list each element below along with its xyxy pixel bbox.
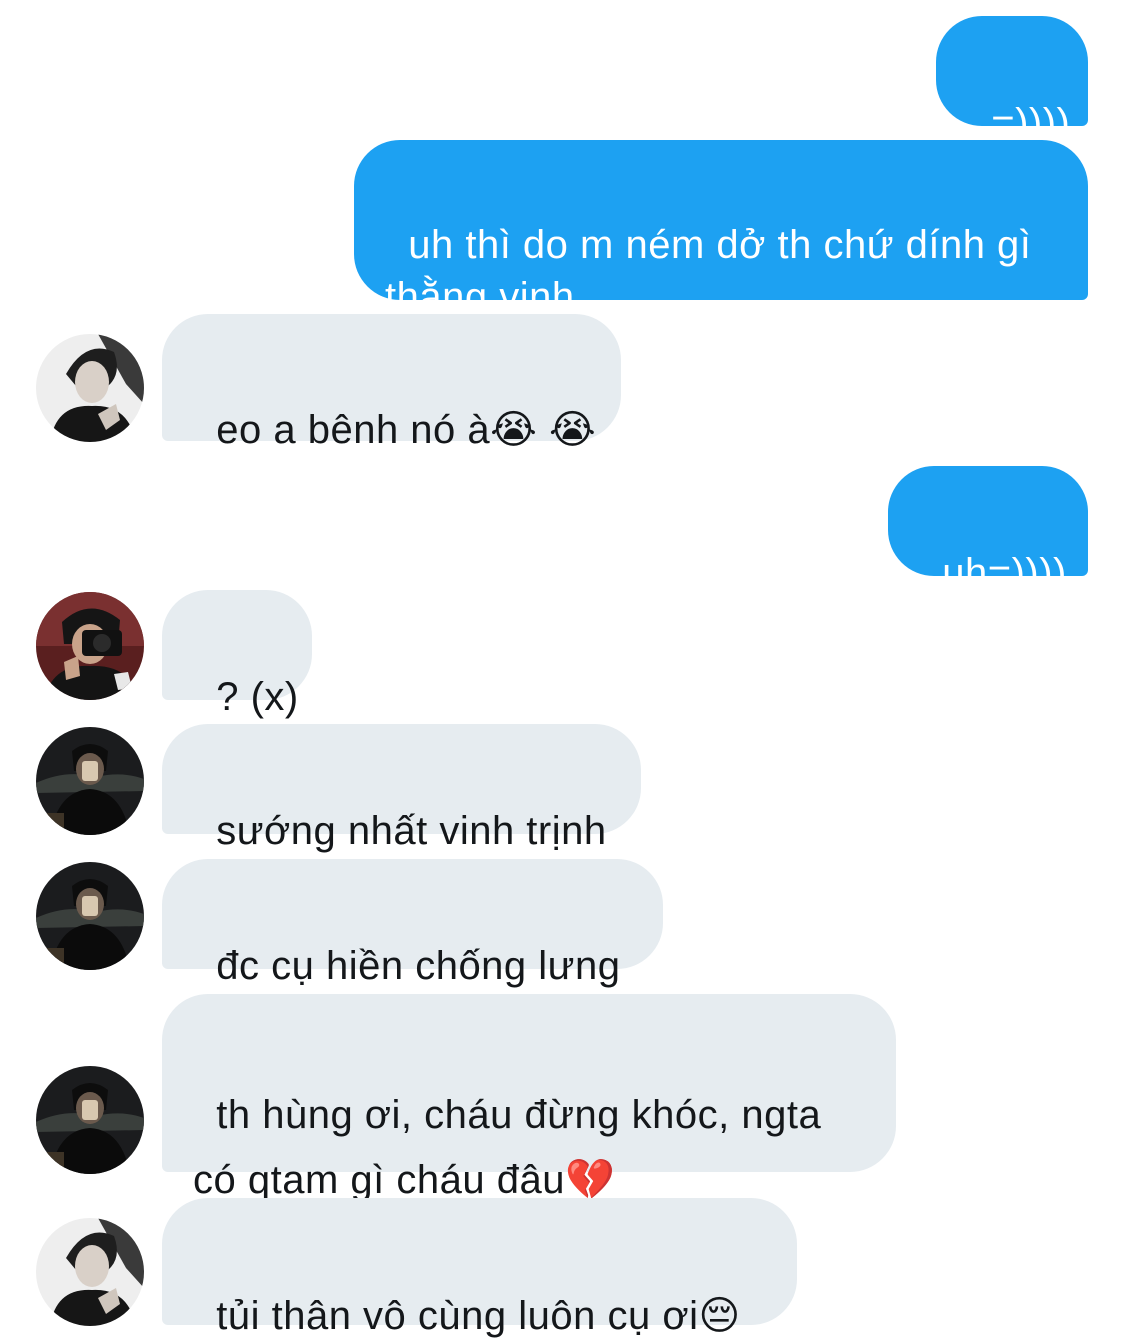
avatar-light-portrait[interactable] [36, 334, 144, 442]
incoming-message-bubble[interactable]: ? (x) [162, 590, 312, 719]
avatar-light-portrait[interactable] [36, 1218, 144, 1326]
incoming-message-bubble[interactable]: tủi thân vô cùng luôn cụ ơi😔 [162, 1198, 797, 1338]
incoming-message-bubble[interactable]: eo a bênh nó à😭 😭 [162, 314, 621, 452]
message-text: uh thì do m ném dở th chứ dính gì thằng … [385, 223, 1032, 319]
avatar-dark-mirror[interactable] [36, 862, 144, 970]
avatar-dark-mirror[interactable] [36, 727, 144, 835]
avatar-camera-selfie[interactable] [36, 592, 144, 700]
message-text: sướng nhất vinh trịnh [216, 809, 607, 853]
message-text: đc cụ hiền chống lưng [216, 944, 621, 988]
outgoing-message-bubble[interactable]: uh thì do m ném dở th chứ dính gì thằng … [354, 140, 1088, 319]
message-text: =)))) [991, 101, 1071, 145]
message-text: tủi thân vô cùng luôn cụ ơi😔 [216, 1294, 741, 1338]
incoming-message-bubble[interactable]: sướng nhất vinh trịnh [162, 724, 641, 853]
avatar-dark-mirror[interactable] [36, 1066, 144, 1174]
incoming-message-bubble[interactable]: đc cụ hiền chống lưng [162, 859, 663, 988]
message-text: th hùng ơi, cháu đừng khóc, ngta có qtam… [193, 1093, 822, 1202]
incoming-message-bubble[interactable]: th hùng ơi, cháu đừng khóc, ngta có qtam… [162, 994, 896, 1202]
outgoing-message-bubble[interactable]: =)))) [936, 16, 1088, 145]
message-text: uh=)))) [942, 551, 1067, 595]
message-text: eo a bênh nó à😭 😭 [216, 408, 597, 452]
outgoing-message-bubble[interactable]: uh=)))) [888, 466, 1088, 595]
message-text: ? (x) [216, 675, 299, 719]
